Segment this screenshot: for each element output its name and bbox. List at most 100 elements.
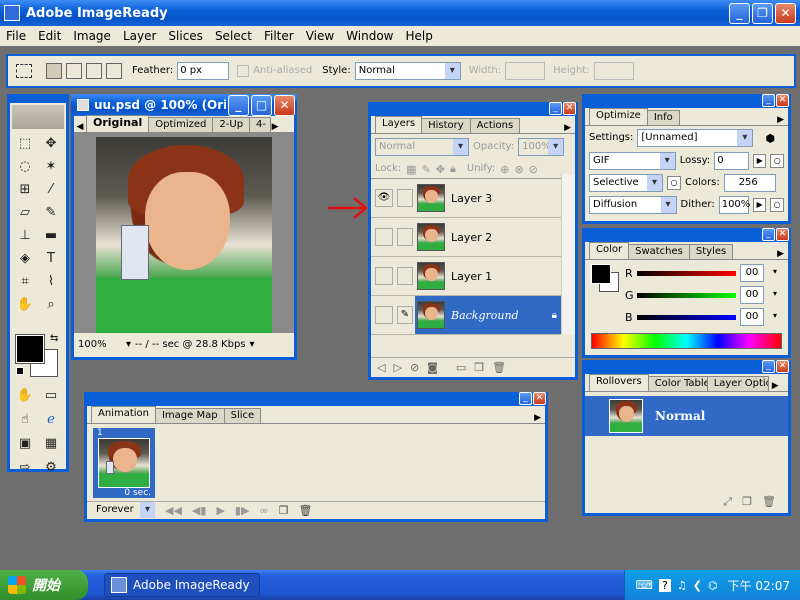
hand-tool-icon[interactable]: ✋ [16, 296, 34, 314]
add-style-icon[interactable]: ⊘ [410, 361, 419, 374]
optimize-close-button[interactable]: ✕ [776, 94, 789, 107]
dither-slider-icon[interactable]: ▶ [752, 198, 767, 212]
brush-tool-icon[interactable]: ✎ [42, 204, 60, 222]
download-status[interactable]: -- / -- sec @ 28.8 Kbps [135, 339, 245, 350]
menu-view[interactable]: View [306, 29, 334, 43]
color-fg-swatch[interactable] [591, 264, 611, 284]
marquee-tool-icon[interactable] [16, 64, 32, 78]
stamp-tool-icon[interactable]: ⊥ [16, 227, 34, 245]
green-input[interactable]: 00 [740, 286, 764, 304]
menu-image[interactable]: Image [73, 29, 111, 43]
optimize-action-icon[interactable]: ⬢ [765, 132, 775, 145]
default-colors-icon[interactable] [16, 367, 24, 375]
style-select[interactable]: Normal [354, 62, 461, 80]
animation-minimize-button[interactable]: _ [519, 392, 532, 405]
expand-tray-icon[interactable]: ❮ [693, 579, 702, 592]
image-map-visibility-icon[interactable]: ▭ [42, 387, 60, 405]
help-icon[interactable]: ? [658, 578, 671, 592]
visibility-eye-icon[interactable]: 👁︎ [375, 189, 393, 207]
frame-delay[interactable]: 0 sec. [124, 488, 151, 498]
next-frame-icon[interactable]: ▷ [393, 361, 401, 374]
layers-menu-icon[interactable]: ▶ [564, 123, 571, 133]
blue-slider[interactable] [637, 314, 736, 320]
tab-swatches[interactable]: Swatches [628, 244, 690, 259]
blue-input[interactable]: 00 [740, 308, 764, 326]
visibility-eye-icon[interactable] [375, 228, 393, 246]
doc-minimize-button[interactable]: _ [228, 94, 249, 116]
add-mask-icon[interactable]: ◙ [427, 361, 438, 374]
zoom-dropdown-icon[interactable]: ▾ [126, 339, 131, 350]
screen-mode-standard-icon[interactable]: ▣ [16, 435, 34, 453]
animation-frame[interactable]: 1 0 sec. [93, 428, 155, 498]
network-icon[interactable]: ⌬ [708, 579, 718, 592]
layer-row[interactable]: Layer 1 [371, 257, 561, 296]
menu-select[interactable]: Select [215, 29, 252, 43]
tab-history[interactable]: History [421, 118, 471, 133]
menu-help[interactable]: Help [406, 29, 433, 43]
eraser-tool-icon[interactable]: ▱ [16, 204, 34, 222]
rollovers-close-button[interactable]: ✕ [776, 360, 789, 373]
layer-row[interactable]: Layer 2 [371, 218, 561, 257]
start-button[interactable]: 開始 [0, 570, 88, 600]
foreground-color-swatch[interactable] [15, 334, 45, 364]
tab-info[interactable]: Info [646, 110, 680, 125]
tween-icon[interactable]: ∞ [259, 504, 268, 517]
doc-close-button[interactable]: ✕ [274, 94, 295, 116]
menu-window[interactable]: Window [346, 29, 393, 43]
tab-2up[interactable]: 2-Up [212, 117, 251, 132]
optimize-menu-icon[interactable]: ▶ [777, 115, 784, 125]
dither-algo-select[interactable]: Diffusion [589, 196, 677, 214]
layer-link-box[interactable] [397, 228, 413, 246]
feather-input[interactable]: 0 px [177, 62, 230, 80]
rollover-state-row[interactable]: Normal [585, 396, 788, 436]
colors-spinner[interactable]: 256 [723, 174, 776, 192]
image-map-tool-icon[interactable]: ⌗ [16, 273, 34, 291]
subtract-selection-icon[interactable] [86, 63, 102, 79]
rectangle-tool-icon[interactable]: ▬ [42, 227, 60, 245]
lossy-mask-icon[interactable]: ○ [770, 154, 784, 168]
tab-original[interactable]: Original [86, 115, 150, 132]
eyedropper-tool-icon[interactable]: ⌇ [42, 273, 60, 291]
zoom-level[interactable]: 100% [78, 339, 122, 350]
dither-input[interactable]: 100% [718, 196, 750, 214]
close-button[interactable]: ✕ [775, 2, 796, 24]
delete-state-icon[interactable]: 🗑︎ [762, 495, 776, 511]
new-selection-icon[interactable] [46, 63, 62, 79]
slice-tool-icon[interactable]: ⁄ [42, 181, 60, 199]
layer-link-box[interactable] [397, 189, 413, 207]
doc-tab-scroll-right-icon[interactable]: ▶ [270, 122, 280, 132]
tab-color-table[interactable]: Color Table [647, 376, 708, 391]
play-icon[interactable]: ▶ [216, 504, 224, 517]
doc-maximize-button[interactable]: □ [251, 94, 272, 116]
intersect-selection-icon[interactable] [106, 63, 122, 79]
tab-animation[interactable]: Animation [91, 406, 156, 423]
next-frame-button-icon[interactable]: ▮▶ [235, 504, 250, 517]
jump-to-photoshop-icon[interactable]: ⇨ [16, 459, 34, 477]
menu-edit[interactable]: Edit [38, 29, 61, 43]
create-rollover-icon[interactable]: ⤢ [723, 495, 732, 511]
delete-layer-icon[interactable]: 🗑︎ [492, 361, 506, 374]
animation-close-button[interactable]: ✕ [533, 392, 546, 405]
lossy-input[interactable]: 0 [714, 152, 749, 170]
tab-actions[interactable]: Actions [469, 118, 521, 133]
tab-styles[interactable]: Styles [688, 244, 734, 259]
visibility-eye-icon[interactable] [375, 267, 393, 285]
paint-bucket-tool-icon[interactable]: ◈ [16, 250, 34, 268]
new-state-icon[interactable]: ❐ [742, 495, 752, 511]
settings-icon[interactable]: ⚙ [42, 459, 60, 477]
color-minimize-button[interactable]: _ [762, 228, 775, 241]
prev-frame-icon[interactable]: ◁ [377, 361, 385, 374]
screen-mode-full-icon[interactable]: ▦ [42, 435, 60, 453]
tab-4up[interactable]: 4- [249, 117, 272, 132]
taskbar-task-imageready[interactable]: Adobe ImageReady [104, 573, 260, 597]
color-menu-icon[interactable]: ▶ [777, 249, 784, 259]
rollovers-minimize-button[interactable]: _ [762, 360, 775, 373]
rect-marquee-tool-icon[interactable]: ⬚ [16, 135, 34, 153]
keyboard-icon[interactable]: ⌨ [636, 578, 653, 592]
tab-image-map[interactable]: Image Map [154, 408, 225, 423]
tab-layer-options[interactable]: Layer Options [706, 376, 769, 391]
hide-slices-icon[interactable]: ✋ [16, 387, 34, 405]
restore-button[interactable]: ❐ [752, 2, 773, 24]
volume-icon[interactable]: ♫ [677, 579, 687, 592]
optimize-minimize-button[interactable]: _ [762, 94, 775, 107]
